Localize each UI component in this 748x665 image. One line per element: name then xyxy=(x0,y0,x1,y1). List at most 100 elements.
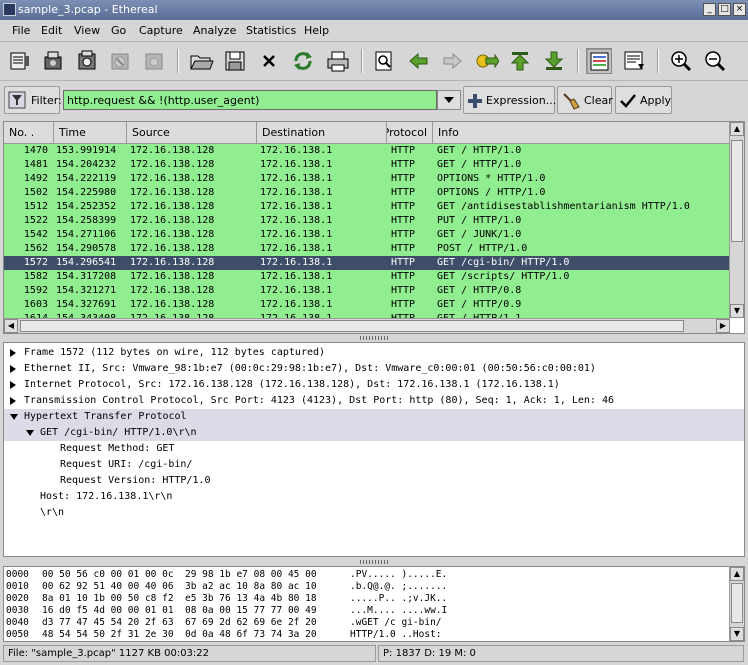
close-window-button[interactable]: × xyxy=(733,3,746,16)
detail-tree-item[interactable]: Frame 1572 (112 bytes on wire, 112 bytes… xyxy=(4,345,744,361)
packet-row[interactable]: 1603 154.327691 172.16.138.128 172.16.138.1… xyxy=(4,298,730,312)
hexdump-vscroll[interactable]: ▲ ▼ xyxy=(729,567,744,641)
packet-list-vscroll[interactable]: ▲ ▼ xyxy=(729,122,744,318)
packet-cell-src: 172.16.138.128 xyxy=(130,243,215,254)
hex-row[interactable]: 0020 8a 01 10 1b 00 50 c8 f2 e5 3b 76 13 … xyxy=(4,593,730,605)
auto-scroll-button[interactable] xyxy=(621,48,647,74)
go-last-button[interactable] xyxy=(541,48,567,74)
filter-label-button[interactable]: Filter: xyxy=(4,86,62,114)
filter-input[interactable] xyxy=(63,90,437,110)
capture-options-button[interactable] xyxy=(40,48,66,74)
column-header-protocol[interactable]: Protocol xyxy=(387,122,433,144)
restart-capture-button[interactable] xyxy=(141,48,167,74)
open-file-button[interactable] xyxy=(188,48,214,74)
packet-cell-time: 154.271106 xyxy=(56,229,117,240)
reload-button[interactable] xyxy=(290,48,316,74)
menu-help[interactable]: Help xyxy=(304,24,329,37)
packet-cell-no: 1502 xyxy=(23,187,48,198)
minimize-button[interactable]: _ xyxy=(703,3,716,16)
scroll-down-arrow[interactable]: ▼ xyxy=(730,304,744,318)
close-file-button[interactable] xyxy=(256,48,282,74)
packet-row[interactable]: 1512 154.252352 172.16.138.128 172.16.138.1… xyxy=(4,200,730,214)
packet-row[interactable]: 1481 154.204232 172.16.138.128 172.16.138.1… xyxy=(4,158,730,172)
hex-row[interactable]: 0010 00 62 92 51 40 00 40 06 3b a2 ac 10 … xyxy=(4,581,730,593)
go-forward-button[interactable] xyxy=(439,48,465,74)
detail-tree-item[interactable]: Host: 172.16.138.1\r\n xyxy=(4,489,744,505)
detail-tree-item[interactable]: \r\n xyxy=(4,505,744,521)
expression-button[interactable]: Expression... xyxy=(463,86,556,114)
expander-closed-icon[interactable] xyxy=(10,349,16,357)
scroll-left-arrow[interactable]: ◀ xyxy=(4,319,18,333)
expander-closed-icon[interactable] xyxy=(10,397,16,405)
filter-history-dropdown[interactable] xyxy=(437,90,461,110)
detail-tree-item[interactable]: Request Method: GET xyxy=(4,441,744,457)
column-header-time[interactable]: Time xyxy=(54,122,127,144)
maximize-button[interactable]: □ xyxy=(718,3,731,16)
packet-list-hscroll[interactable]: ◀ ▶ xyxy=(4,318,730,333)
column-header-no[interactable]: No. . xyxy=(4,122,54,144)
scroll-thumb[interactable] xyxy=(731,583,743,623)
hex-row[interactable]: 0030 16 d0 f5 4d 00 00 01 01 08 0a 00 15 … xyxy=(4,605,730,617)
packet-row[interactable]: 1502 154.225980 172.16.138.128 172.16.138.1… xyxy=(4,186,730,200)
expander-open-icon[interactable] xyxy=(10,414,18,420)
pane-splitter[interactable] xyxy=(360,336,390,340)
scroll-down-arrow[interactable]: ▼ xyxy=(730,627,744,641)
zoom-out-button[interactable] xyxy=(702,48,728,74)
start-capture-button[interactable] xyxy=(74,48,100,74)
scroll-thumb[interactable] xyxy=(731,140,743,242)
detail-tree-item[interactable]: Request Version: HTTP/1.0 xyxy=(4,473,744,489)
go-to-packet-button[interactable] xyxy=(473,48,500,74)
pane-splitter[interactable] xyxy=(360,560,390,564)
interfaces-button[interactable] xyxy=(7,48,33,74)
menu-view[interactable]: View xyxy=(74,24,100,37)
detail-tree-item[interactable]: Hypertext Transfer Protocol xyxy=(4,409,744,425)
column-header-destination[interactable]: Destination xyxy=(257,122,387,144)
packet-row[interactable]: 1562 154.290578 172.16.138.128 172.16.138.1… xyxy=(4,242,730,256)
hscroll-thumb[interactable] xyxy=(20,320,684,332)
print-button[interactable] xyxy=(325,48,351,74)
packet-row[interactable]: 1572 154.296541 172.16.138.128 172.16.138.1… xyxy=(4,256,730,270)
menu-file[interactable]: File xyxy=(12,24,30,37)
stop-capture-button[interactable] xyxy=(107,48,133,74)
packet-row[interactable]: 1582 154.317208 172.16.138.128 172.16.138.1… xyxy=(4,270,730,284)
column-header-source[interactable]: Source xyxy=(127,122,257,144)
packet-row[interactable]: 1522 154.258399 172.16.138.128 172.16.138.1… xyxy=(4,214,730,228)
packet-row[interactable]: 1592 154.321271 172.16.138.128 172.16.138.1… xyxy=(4,284,730,298)
detail-tree-text: Request Version: HTTP/1.0 xyxy=(60,475,211,486)
detail-tree-item[interactable]: Ethernet II, Src: Vmware_98:1b:e7 (00:0c… xyxy=(4,361,744,377)
zoom-in-button[interactable] xyxy=(668,48,694,74)
clear-button[interactable]: Clear xyxy=(557,86,613,114)
menu-go[interactable]: Go xyxy=(111,24,126,37)
expander-open-icon[interactable] xyxy=(26,430,34,436)
scroll-right-arrow[interactable]: ▶ xyxy=(716,319,730,333)
column-header-info[interactable]: Info xyxy=(433,122,730,144)
detail-tree-item[interactable]: Transmission Control Protocol, Src Port:… xyxy=(4,393,744,409)
packet-cell-proto: HTTP xyxy=(391,271,416,282)
expander-closed-icon[interactable] xyxy=(10,365,16,373)
apply-button[interactable]: Apply xyxy=(615,86,672,114)
go-forward-icon xyxy=(443,52,462,70)
packet-row[interactable]: 1470 153.991914 172.16.138.128 172.16.138.1… xyxy=(4,144,730,158)
menu-capture[interactable]: Capture xyxy=(139,24,183,37)
go-first-button[interactable] xyxy=(507,48,533,74)
scroll-up-arrow[interactable]: ▲ xyxy=(730,567,744,581)
find-packet-button[interactable] xyxy=(371,48,397,74)
detail-tree-item[interactable]: Request URI: /cgi-bin/ xyxy=(4,457,744,473)
app-icon[interactable] xyxy=(3,3,16,16)
scroll-up-arrow[interactable]: ▲ xyxy=(730,122,744,136)
hex-row[interactable]: 0050 48 54 54 50 2f 31 2e 30 0d 0a 48 6f … xyxy=(4,629,730,641)
menu-statistics[interactable]: Statistics xyxy=(246,24,296,37)
go-back-button[interactable] xyxy=(406,48,432,74)
hex-row[interactable]: 0040 d3 77 47 45 54 20 2f 63 67 69 2d 62 … xyxy=(4,617,730,629)
packet-row[interactable]: 1492 154.222119 172.16.138.128 172.16.138.1… xyxy=(4,172,730,186)
detail-tree-item[interactable]: Internet Protocol, Src: 172.16.138.128 (… xyxy=(4,377,744,393)
colorize-button[interactable] xyxy=(586,48,612,74)
save-file-button[interactable] xyxy=(222,48,248,74)
menu-edit[interactable]: Edit xyxy=(41,24,62,37)
packet-row[interactable]: 1542 154.271106 172.16.138.128 172.16.138.1… xyxy=(4,228,730,242)
expander-closed-icon[interactable] xyxy=(10,381,16,389)
detail-tree-item[interactable]: GET /cgi-bin/ HTTP/1.0\r\n xyxy=(4,425,744,441)
hex-offset: 0040 xyxy=(6,617,29,628)
menu-analyze[interactable]: Analyze xyxy=(193,24,236,37)
hex-row[interactable]: 0000 00 50 56 c0 00 01 00 0c 29 98 1b e7 … xyxy=(4,569,730,581)
